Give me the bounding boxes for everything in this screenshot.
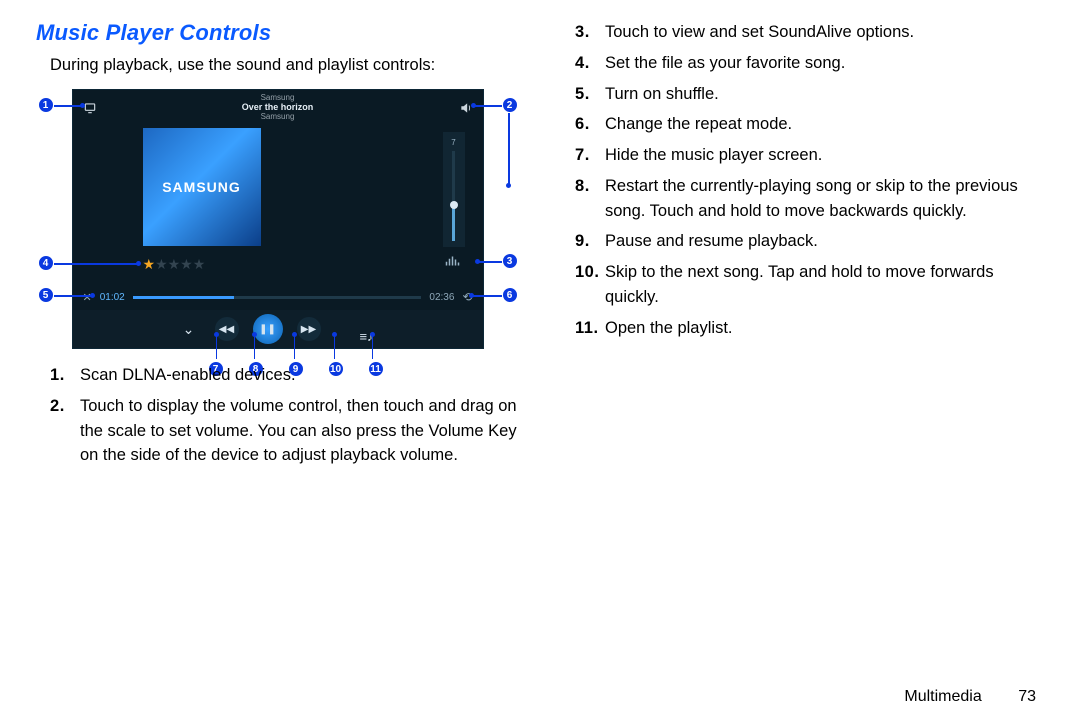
list-item: Touch to view and set SoundAlive options… (575, 20, 1050, 45)
callout-layer: 1 2 3 4 5 6 (38, 89, 518, 349)
callout-4: 4 (38, 255, 54, 271)
callout-6: 6 (502, 287, 518, 303)
list-item: Hide the music player screen. (575, 143, 1050, 168)
list-item: Skip to the next song. Tap and hold to m… (575, 260, 1050, 310)
footer-page: 73 (1018, 688, 1036, 706)
list-item: Restart the currently-playing song or sk… (575, 174, 1050, 224)
callout-5: 5 (38, 287, 54, 303)
callout-1: 1 (38, 97, 54, 113)
list-item: Change the repeat mode. (575, 112, 1050, 137)
callout-2: 2 (502, 97, 518, 113)
right-list: Touch to view and set SoundAlive options… (575, 20, 1050, 340)
page-footer: Multimedia 73 (904, 688, 1036, 706)
section-heading: Music Player Controls (36, 20, 525, 46)
figure-container: Samsung Over the horizon Samsung SAMSUNG… (38, 89, 518, 349)
list-item: Scan DLNA-enabled devices. (50, 363, 525, 388)
intro-text: During playback, use the sound and playl… (50, 54, 525, 77)
list-item: Pause and resume playback. (575, 229, 1050, 254)
list-item: Turn on shuffle. (575, 82, 1050, 107)
footer-section: Multimedia (904, 688, 981, 705)
callout-3: 3 (502, 253, 518, 269)
list-item: Touch to display the volume control, the… (50, 394, 525, 468)
list-item: Open the playlist. (575, 316, 1050, 341)
list-item: Set the file as your favorite song. (575, 51, 1050, 76)
left-list: Scan DLNA-enabled devices. Touch to disp… (50, 363, 525, 468)
